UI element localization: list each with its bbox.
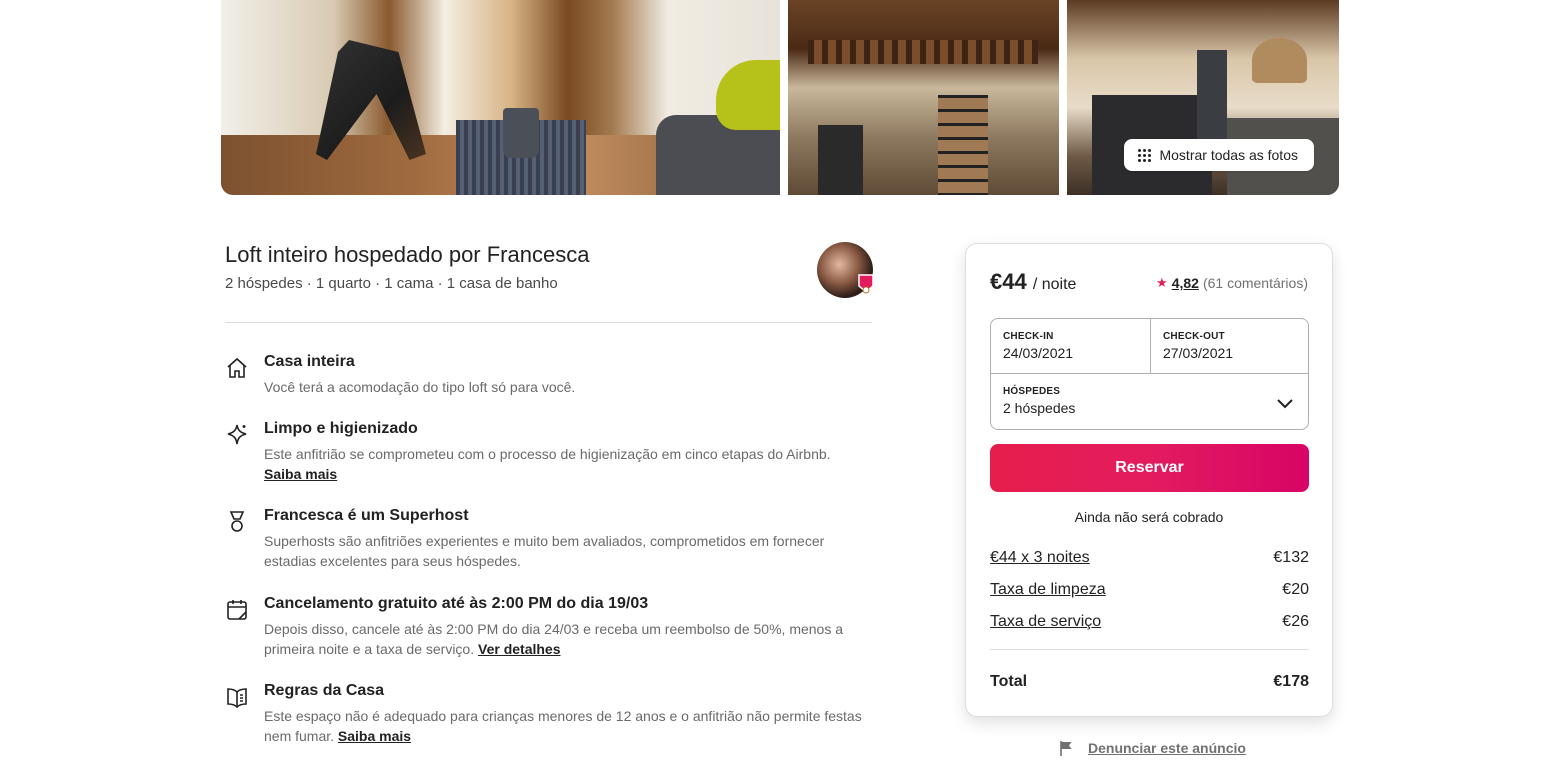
photo-living-room[interactable] <box>221 0 780 195</box>
host-avatar[interactable] <box>817 242 874 298</box>
checkout-field[interactable]: CHECK-OUT 27/03/2021 <box>1151 319 1310 374</box>
chevron-down-icon <box>1277 399 1293 409</box>
checkin-label: CHECK-IN <box>1003 331 1054 342</box>
total-label: Total <box>990 673 1028 690</box>
price-line-amount: €26 <box>1282 613 1309 630</box>
feature-description: Superhosts são anfitriões experientes e … <box>264 533 825 569</box>
see-details-link[interactable]: Ver detalhes <box>478 641 561 657</box>
feature-description: Você terá a acomodação do tipo loft só p… <box>264 379 576 395</box>
per-night-label: / noite <box>1032 276 1077 293</box>
reserve-button[interactable]: Reservar <box>990 444 1309 492</box>
photo-gallery: Mostrar todas as fotos <box>221 0 1339 195</box>
checkin-field[interactable]: CHECK-IN 24/03/2021 <box>991 319 1151 374</box>
sparkle-icon <box>227 424 247 445</box>
photo-fridge <box>1197 50 1227 140</box>
price-line-label[interactable]: €44 x 3 noites <box>990 549 1090 567</box>
checkout-label: CHECK-OUT <box>1163 331 1225 342</box>
report-listing-link[interactable]: Denunciar este anúncio <box>1058 740 1246 756</box>
listing-title: Loft inteiro hospedado por Francesca <box>225 242 590 267</box>
calendar-icon <box>227 600 247 620</box>
grid-icon <box>1138 148 1152 162</box>
photo-plant <box>503 108 539 158</box>
feature-title: Regras da Casa <box>264 682 385 699</box>
checkin-value: 24/03/2021 <box>1003 345 1074 361</box>
listing-subtitle: 2 hóspedes · 1 quarto · 1 cama · 1 casa … <box>225 275 558 292</box>
total-amount: €178 <box>1273 673 1309 690</box>
listing-details: Loft inteiro hospedado por Francesca 2 h… <box>225 240 874 744</box>
learn-more-link[interactable]: Saiba mais <box>338 728 411 744</box>
price-line-amount: €132 <box>1273 549 1309 566</box>
price-amount: €44 <box>990 269 1027 294</box>
price-line-amount: €20 <box>1282 581 1309 598</box>
medal-icon <box>229 511 245 532</box>
price-line-label[interactable]: Taxa de serviço <box>990 613 1101 631</box>
flag-icon <box>1060 741 1072 756</box>
card-divider <box>990 649 1309 650</box>
date-guest-picker: CHECK-IN 24/03/2021 CHECK-OUT 27/03/2021… <box>990 318 1309 430</box>
feature-title: Francesca é um Superhost <box>264 507 469 524</box>
guests-field[interactable]: HÓSPEDES 2 hóspedes <box>991 374 1308 430</box>
feature-description: Este espaço não é adequado para crianças… <box>264 708 862 744</box>
no-charge-note: Ainda não será cobrado <box>1074 509 1224 525</box>
photo-loft-beams <box>808 40 1038 64</box>
review-count[interactable]: (61 comentários) <box>1203 275 1308 291</box>
star-icon: ★ <box>1156 275 1168 290</box>
photo-lamp <box>1252 38 1307 83</box>
photo-shelf <box>818 125 863 195</box>
price-line-label[interactable]: Taxa de limpeza <box>990 581 1106 599</box>
guests-label: HÓSPEDES <box>1003 386 1061 397</box>
feature-title: Casa inteira <box>264 353 355 370</box>
date-row: CHECK-IN 24/03/2021 CHECK-OUT 27/03/2021 <box>991 319 1308 374</box>
booking-card: €44 / noite ★ 4,82 (61 comentários) CHEC… <box>965 243 1333 717</box>
learn-more-link[interactable]: Saiba mais <box>264 466 337 482</box>
total-row: Total €178 <box>990 673 1309 691</box>
section-divider <box>225 322 872 323</box>
feature-description: Depois disso, cancele até às 2:00 PM do … <box>264 621 844 657</box>
rating-summary: ★ 4,82 (61 comentários) <box>1156 275 1308 291</box>
photo-loft-interior[interactable] <box>788 0 1059 195</box>
show-all-photos-label: Mostrar todas as fotos <box>1159 147 1298 163</box>
show-all-photos-button[interactable]: Mostrar todas as fotos <box>1124 139 1314 171</box>
rating-value[interactable]: 4,82 <box>1172 275 1199 291</box>
superhost-badge-icon <box>858 274 874 294</box>
guests-value: 2 hóspedes <box>1003 400 1076 416</box>
photo-stairs <box>938 95 988 195</box>
book-icon <box>227 688 247 709</box>
feature-title: Limpo e higienizado <box>264 420 418 437</box>
price-line-nights: €44 x 3 noites €132 <box>990 549 1309 571</box>
feature-description: Este anfitrião se comprometeu com o proc… <box>264 446 831 482</box>
photo-pillow <box>716 60 780 130</box>
photo-kitchen[interactable]: Mostrar todas as fotos <box>1067 0 1339 195</box>
report-listing-label: Denunciar este anúncio <box>1088 740 1246 756</box>
nightly-price: €44 / noite <box>990 269 1076 295</box>
checkout-value: 27/03/2021 <box>1163 345 1234 361</box>
price-line-cleaning: Taxa de limpeza €20 <box>990 581 1309 603</box>
home-icon <box>227 357 247 378</box>
feature-title: Cancelamento gratuito até às 2:00 PM do … <box>264 595 649 612</box>
price-line-service: Taxa de serviço €26 <box>990 613 1309 635</box>
